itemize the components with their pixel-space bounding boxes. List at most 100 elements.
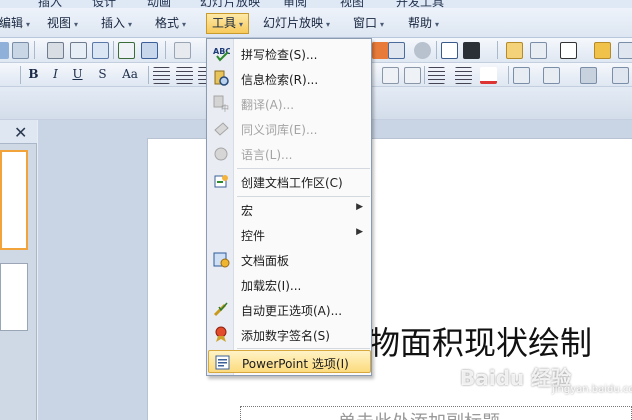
bold-button[interactable]: B	[24, 65, 43, 84]
ribbon-tab-insert[interactable]: 插入	[38, 0, 62, 8]
slide-thumbnail[interactable]	[0, 150, 28, 250]
menu-view[interactable]: 视图 ▾	[42, 13, 83, 34]
cut-icon[interactable]	[174, 42, 191, 59]
menu-format[interactable]: 格式 ▾	[150, 13, 191, 34]
toolbar-separator	[34, 41, 35, 59]
spelling-icon[interactable]	[118, 42, 135, 59]
menu-item-thesaurus[interactable]: 同义词库(E)...	[208, 117, 371, 140]
menu-item-spelling[interactable]: ABC 拼写检查(S)...	[208, 42, 371, 65]
open-icon[interactable]	[0, 42, 9, 59]
font-color-icon[interactable]	[480, 67, 497, 84]
research-icon[interactable]	[141, 42, 158, 59]
slide-layout-icon[interactable]	[530, 42, 547, 59]
grid-icon[interactable]	[441, 42, 458, 59]
menu-tools[interactable]: 工具 ▾	[206, 13, 250, 34]
subtitle-placeholder-text: 单击此处添加副标题	[338, 408, 500, 420]
options-icon	[214, 354, 231, 371]
ribbon-tabs: 插入 设计 动画 幻灯片放映 审阅 视图 开发工具	[0, 0, 632, 8]
menu-edit-label: 编辑	[0, 16, 24, 30]
slide-design-icon[interactable]	[513, 67, 530, 84]
toolbar-separator	[148, 66, 149, 84]
decrease-font-icon[interactable]	[404, 67, 421, 84]
digital-signature-icon	[213, 326, 230, 343]
toolbar-separator	[508, 66, 509, 84]
menu-item-macro[interactable]: 宏 ▶	[208, 198, 371, 221]
chevron-down-icon: ▾	[239, 20, 244, 29]
toolbar-separator	[20, 66, 21, 84]
menu-item-label: PowerPoint 选项(I)	[242, 357, 349, 371]
menu-item-language[interactable]: 语言(L)...	[208, 142, 371, 165]
menu-tools-label: 工具	[212, 16, 237, 30]
design-icon[interactable]	[618, 42, 632, 59]
print-icon[interactable]	[47, 42, 64, 59]
toolbar-separator	[165, 41, 166, 59]
chevron-down-icon: ▾	[74, 20, 79, 29]
line-style-icon[interactable]	[612, 67, 629, 84]
menu-edit[interactable]: 编辑 ▾	[0, 13, 35, 34]
permission-icon[interactable]	[12, 42, 29, 59]
new-slide-icon[interactable]	[506, 42, 523, 59]
menu-item-label: 创建文档工作区(C)	[241, 176, 343, 190]
internet-icon[interactable]	[414, 42, 431, 59]
underline-button[interactable]: U	[68, 65, 87, 84]
close-icon[interactable]: ✕	[14, 123, 27, 142]
menu-item-controls[interactable]: 控件 ▶	[208, 223, 371, 246]
research-icon	[213, 70, 230, 87]
menu-item-label: 自动更正选项(A)...	[241, 304, 343, 318]
slide-thumbnail[interactable]	[0, 263, 28, 331]
menu-item-autocorrect[interactable]: 自动更正选项(A)...	[208, 298, 371, 321]
folder-icon[interactable]	[594, 42, 611, 59]
svg-text:中: 中	[221, 103, 229, 112]
document-panel-icon	[213, 251, 230, 268]
autocorrect-icon	[213, 301, 230, 318]
ribbon-tab-design[interactable]: 设计	[92, 0, 116, 8]
increase-font-icon[interactable]	[382, 67, 399, 84]
menu-item-digital-signature[interactable]: 添加数字签名(S)	[208, 323, 371, 346]
ribbon-tab-developer[interactable]: 开发工具	[396, 0, 444, 8]
submenu-arrow-icon: ▶	[356, 227, 363, 237]
menu-separator	[237, 348, 370, 349]
italic-button[interactable]: I	[46, 65, 65, 84]
translate-icon: 中	[213, 95, 230, 113]
menu-item-document-panel[interactable]: 文档面板	[208, 248, 371, 271]
chevron-down-icon: ▾	[326, 20, 331, 29]
menu-item-translate[interactable]: 中 翻译(A)...	[208, 92, 371, 115]
menu-item-powerpoint-options[interactable]: PowerPoint 选项(I)	[208, 350, 371, 373]
indent-icon[interactable]	[455, 67, 472, 84]
shadow-button[interactable]: S	[93, 65, 112, 84]
menu-item-label: 宏	[241, 204, 254, 218]
menu-window[interactable]: 窗口 ▾	[348, 13, 389, 34]
ribbon-tab-slideshow[interactable]: 幻灯片放映	[200, 0, 260, 8]
menu-item-label: 加载宏(I)...	[241, 279, 302, 293]
chevron-down-icon: ▾	[182, 20, 187, 29]
thesaurus-icon	[213, 120, 230, 137]
text-box-icon[interactable]	[560, 42, 577, 59]
menu-format-label: 格式	[155, 16, 180, 30]
menu-help[interactable]: 帮助 ▾	[403, 13, 444, 34]
menu-item-add-ins[interactable]: 加载宏(I)...	[208, 273, 371, 296]
menu-item-create-workspace[interactable]: 创建文档工作区(C)	[208, 170, 371, 193]
menu-slideshow[interactable]: 幻灯片放映 ▾	[258, 13, 335, 34]
change-case-button[interactable]: Aa	[116, 65, 144, 84]
ribbon-tab-animation[interactable]: 动画	[147, 0, 171, 8]
ribbon-tab-review[interactable]: 审阅	[283, 0, 307, 8]
slide-title[interactable]: 物面积现状绘制	[368, 318, 592, 364]
print-preview-icon[interactable]	[70, 42, 87, 59]
chevron-down-icon: ▾	[435, 20, 440, 29]
new-slide-layout-icon[interactable]	[543, 67, 560, 84]
preview-icon[interactable]	[92, 42, 109, 59]
align-center-icon[interactable]	[176, 67, 193, 84]
color-grayscale-icon[interactable]	[463, 42, 480, 59]
bullets-icon[interactable]	[428, 67, 445, 84]
align-left-icon[interactable]	[153, 67, 170, 84]
menu-item-research[interactable]: 信息检索(R)...	[208, 67, 371, 90]
chart-icon[interactable]	[372, 42, 389, 59]
menu-insert[interactable]: 插入 ▾	[96, 13, 137, 34]
toolbar-separator	[497, 41, 498, 59]
table-icon[interactable]	[388, 42, 405, 59]
fill-color-icon[interactable]	[580, 67, 597, 84]
menu-item-label: 翻译(A)...	[241, 98, 295, 112]
ribbon-tab-view[interactable]: 视图	[340, 0, 364, 8]
menu-separator	[237, 196, 370, 197]
chevron-down-icon: ▾	[380, 20, 385, 29]
